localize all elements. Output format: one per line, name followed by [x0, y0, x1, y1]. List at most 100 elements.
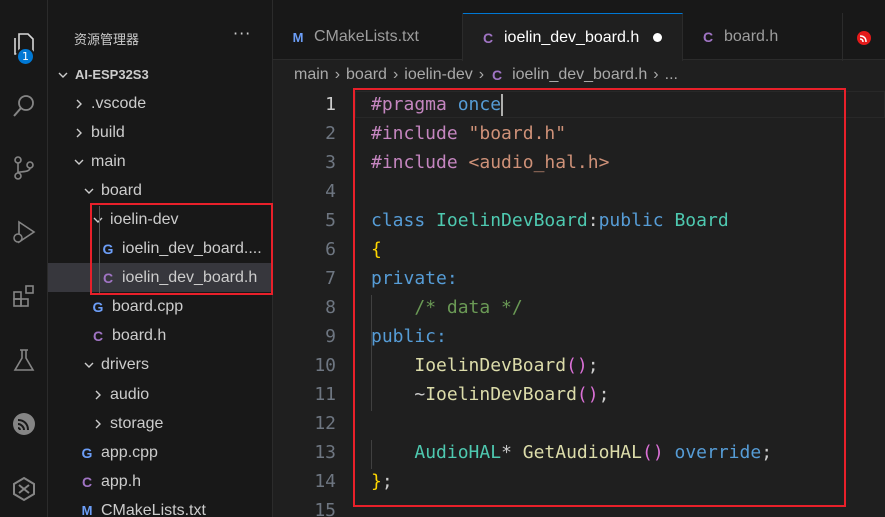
tab-board-h[interactable]: C board.h	[683, 13, 843, 61]
token-brace: }	[371, 471, 382, 492]
tree-item-audio[interactable]: audio	[48, 380, 272, 409]
tree-item-ioelin-dev[interactable]: ioelin-dev	[48, 205, 272, 234]
run-debug-icon[interactable]	[0, 208, 48, 256]
tree-item-ioelin-dev-board-h[interactable]: C ioelin_dev_board.h	[48, 263, 272, 292]
token-class: AudioHAL	[414, 442, 502, 463]
token-brace: {	[371, 239, 382, 260]
chevron-right-icon	[72, 127, 86, 139]
modified-dot-icon[interactable]	[653, 33, 663, 42]
tab-ioelin-dev-board-h[interactable]: C ioelin_dev_board.h	[463, 13, 683, 61]
tree-item-storage[interactable]: storage	[48, 409, 272, 438]
code-line-9: 9 public:	[273, 322, 885, 351]
search-icon[interactable]	[0, 82, 48, 130]
chevron-right-icon	[91, 389, 105, 401]
line-number: 15	[314, 500, 336, 517]
code-editor[interactable]: 1 #pragma once 2 #include "board.h" 3 #i…	[273, 88, 885, 517]
token-keyword: class	[371, 210, 426, 231]
tree-item-ioelin-dev-board-cpp[interactable]: G ioelin_dev_board....	[48, 234, 272, 263]
idf-icon[interactable]	[0, 465, 48, 513]
tree-item-build[interactable]: build	[48, 118, 272, 147]
chevron-right-icon	[91, 418, 105, 430]
tree-item-vscode[interactable]: .vscode	[48, 89, 272, 118]
cpp-file-icon: G	[92, 298, 104, 315]
sidebar-title: 资源管理器	[74, 32, 140, 47]
breadcrumb-file[interactable]: ioelin_dev_board.h	[512, 66, 647, 84]
token-class: Board	[674, 210, 729, 231]
line-number: 5	[325, 210, 336, 231]
token-punct: ;	[761, 442, 773, 463]
activity-bar: 1	[0, 0, 48, 517]
token-directive: #include	[371, 123, 458, 144]
tree-label: storage	[110, 414, 164, 432]
testing-icon[interactable]	[0, 336, 48, 384]
chevron-down-icon	[72, 156, 86, 168]
tree-item-board[interactable]: board	[48, 176, 272, 205]
line-number: 11	[314, 384, 336, 405]
tree-root[interactable]: AI-ESP32S3	[48, 60, 272, 89]
token-punct: ~	[414, 384, 426, 405]
tree-item-drivers[interactable]: drivers	[48, 350, 272, 379]
header-file-icon: C	[702, 29, 714, 45]
tab-cmakelists[interactable]: M CMakeLists.txt	[273, 13, 463, 61]
code-line-7: 7 private:	[273, 264, 885, 293]
line-number: 1	[325, 94, 336, 115]
token-punct: *	[501, 442, 512, 463]
chevron-right-icon: ›	[653, 66, 659, 83]
more-actions-icon[interactable]: ···	[233, 24, 251, 43]
extensions-icon[interactable]	[0, 272, 48, 320]
tree-item-app-h[interactable]: C app.h	[48, 467, 272, 496]
code-line-12: 12	[273, 409, 885, 438]
tab-bar: M CMakeLists.txt C ioelin_dev_board.h C …	[273, 0, 885, 61]
tree-item-board-h[interactable]: C board.h	[48, 321, 272, 350]
espressif-icon[interactable]	[0, 400, 48, 448]
tree-item-cmakelists[interactable]: M CMakeLists.txt	[48, 496, 272, 517]
code-line-8: 8 /* data */	[273, 293, 885, 322]
source-control-icon[interactable]	[0, 144, 48, 192]
token-keyword: once	[457, 93, 502, 115]
line-number: 13	[314, 442, 336, 463]
token-string: "board.h"	[468, 123, 567, 144]
code-line-1: 1 #pragma once	[273, 90, 885, 119]
breadcrumb-item-board[interactable]: board	[346, 66, 387, 84]
line-number: 3	[325, 152, 336, 173]
cpp-file-icon: G	[81, 444, 93, 461]
code-line-14: 14 };	[273, 467, 885, 496]
breadcrumb-item-main[interactable]: main	[294, 66, 329, 84]
line-number: 6	[325, 239, 336, 260]
code-line-11: 11 ~IoelinDevBoard();	[273, 380, 885, 409]
header-file-icon: C	[92, 327, 104, 344]
tree-label: build	[91, 123, 125, 141]
explorer-badge: 1	[16, 47, 35, 66]
token-paren: )	[587, 384, 599, 405]
breadcrumb-item-ioelin-dev[interactable]: ioelin-dev	[404, 66, 472, 84]
chevron-down-icon	[82, 185, 96, 197]
tree-item-app-cpp[interactable]: G app.cpp	[48, 438, 272, 467]
token-string: <audio_hal.h>	[468, 152, 610, 173]
header-file-icon: C	[102, 269, 114, 286]
line-number: 9	[325, 326, 336, 347]
tree-item-board-cpp[interactable]: G board.cpp	[48, 292, 272, 321]
token-paren: )	[652, 442, 664, 463]
line-number: 12	[314, 413, 336, 434]
token-paren: (	[641, 442, 653, 463]
token-comment: /* data */	[414, 297, 523, 318]
tree-item-main[interactable]: main	[48, 147, 272, 176]
header-file-icon: C	[81, 473, 93, 490]
tree-label: board.cpp	[112, 297, 184, 315]
tab-label: CMakeLists.txt	[314, 28, 419, 45]
header-file-icon: C	[482, 29, 494, 46]
token-punct: :	[587, 210, 599, 231]
token-punct: ;	[381, 471, 393, 492]
code-line-3: 3 #include <audio_hal.h>	[273, 148, 885, 177]
sidebar-header: 资源管理器 ···	[48, 0, 272, 60]
extension-tab-icon[interactable]	[856, 30, 872, 46]
token-directive: #include	[371, 152, 458, 173]
token-keyword: override	[674, 442, 762, 463]
breadcrumb-more[interactable]: ...	[665, 66, 678, 84]
tree-label: app.cpp	[101, 443, 158, 461]
